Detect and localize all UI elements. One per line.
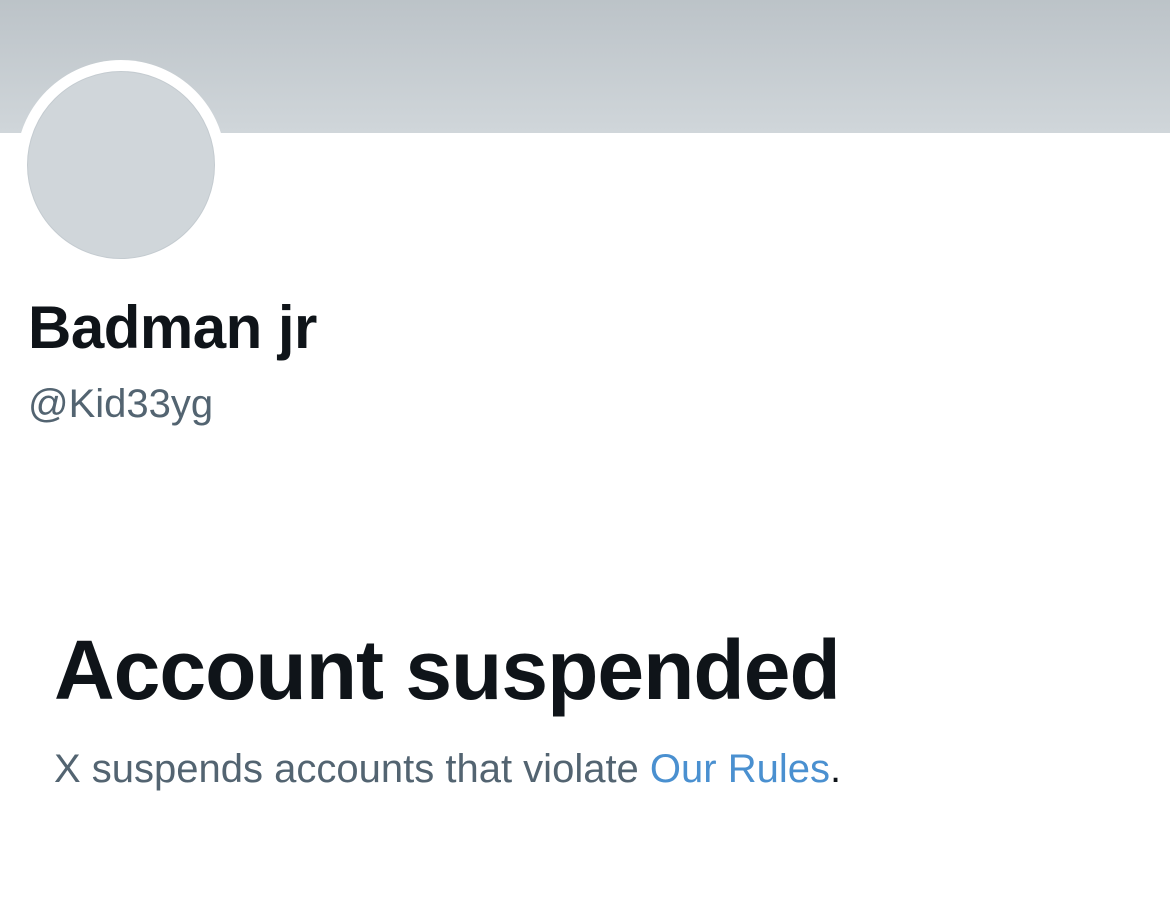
our-rules-link[interactable]: Our Rules: [650, 747, 830, 791]
avatar-ring: [16, 60, 226, 270]
avatar: [27, 71, 215, 259]
message-period: .: [829, 747, 842, 791]
profile-page: Badman jr @Kid33yg Account suspended X s…: [0, 0, 1170, 900]
user-handle: @Kid33yg: [28, 382, 214, 426]
suspended-title: Account suspended: [54, 623, 841, 717]
suspended-message: X suspends accounts that violate Our Rul…: [54, 742, 841, 796]
suspended-message-text: X suspends accounts that violate: [54, 747, 650, 791]
display-name: Badman jr: [28, 294, 317, 361]
